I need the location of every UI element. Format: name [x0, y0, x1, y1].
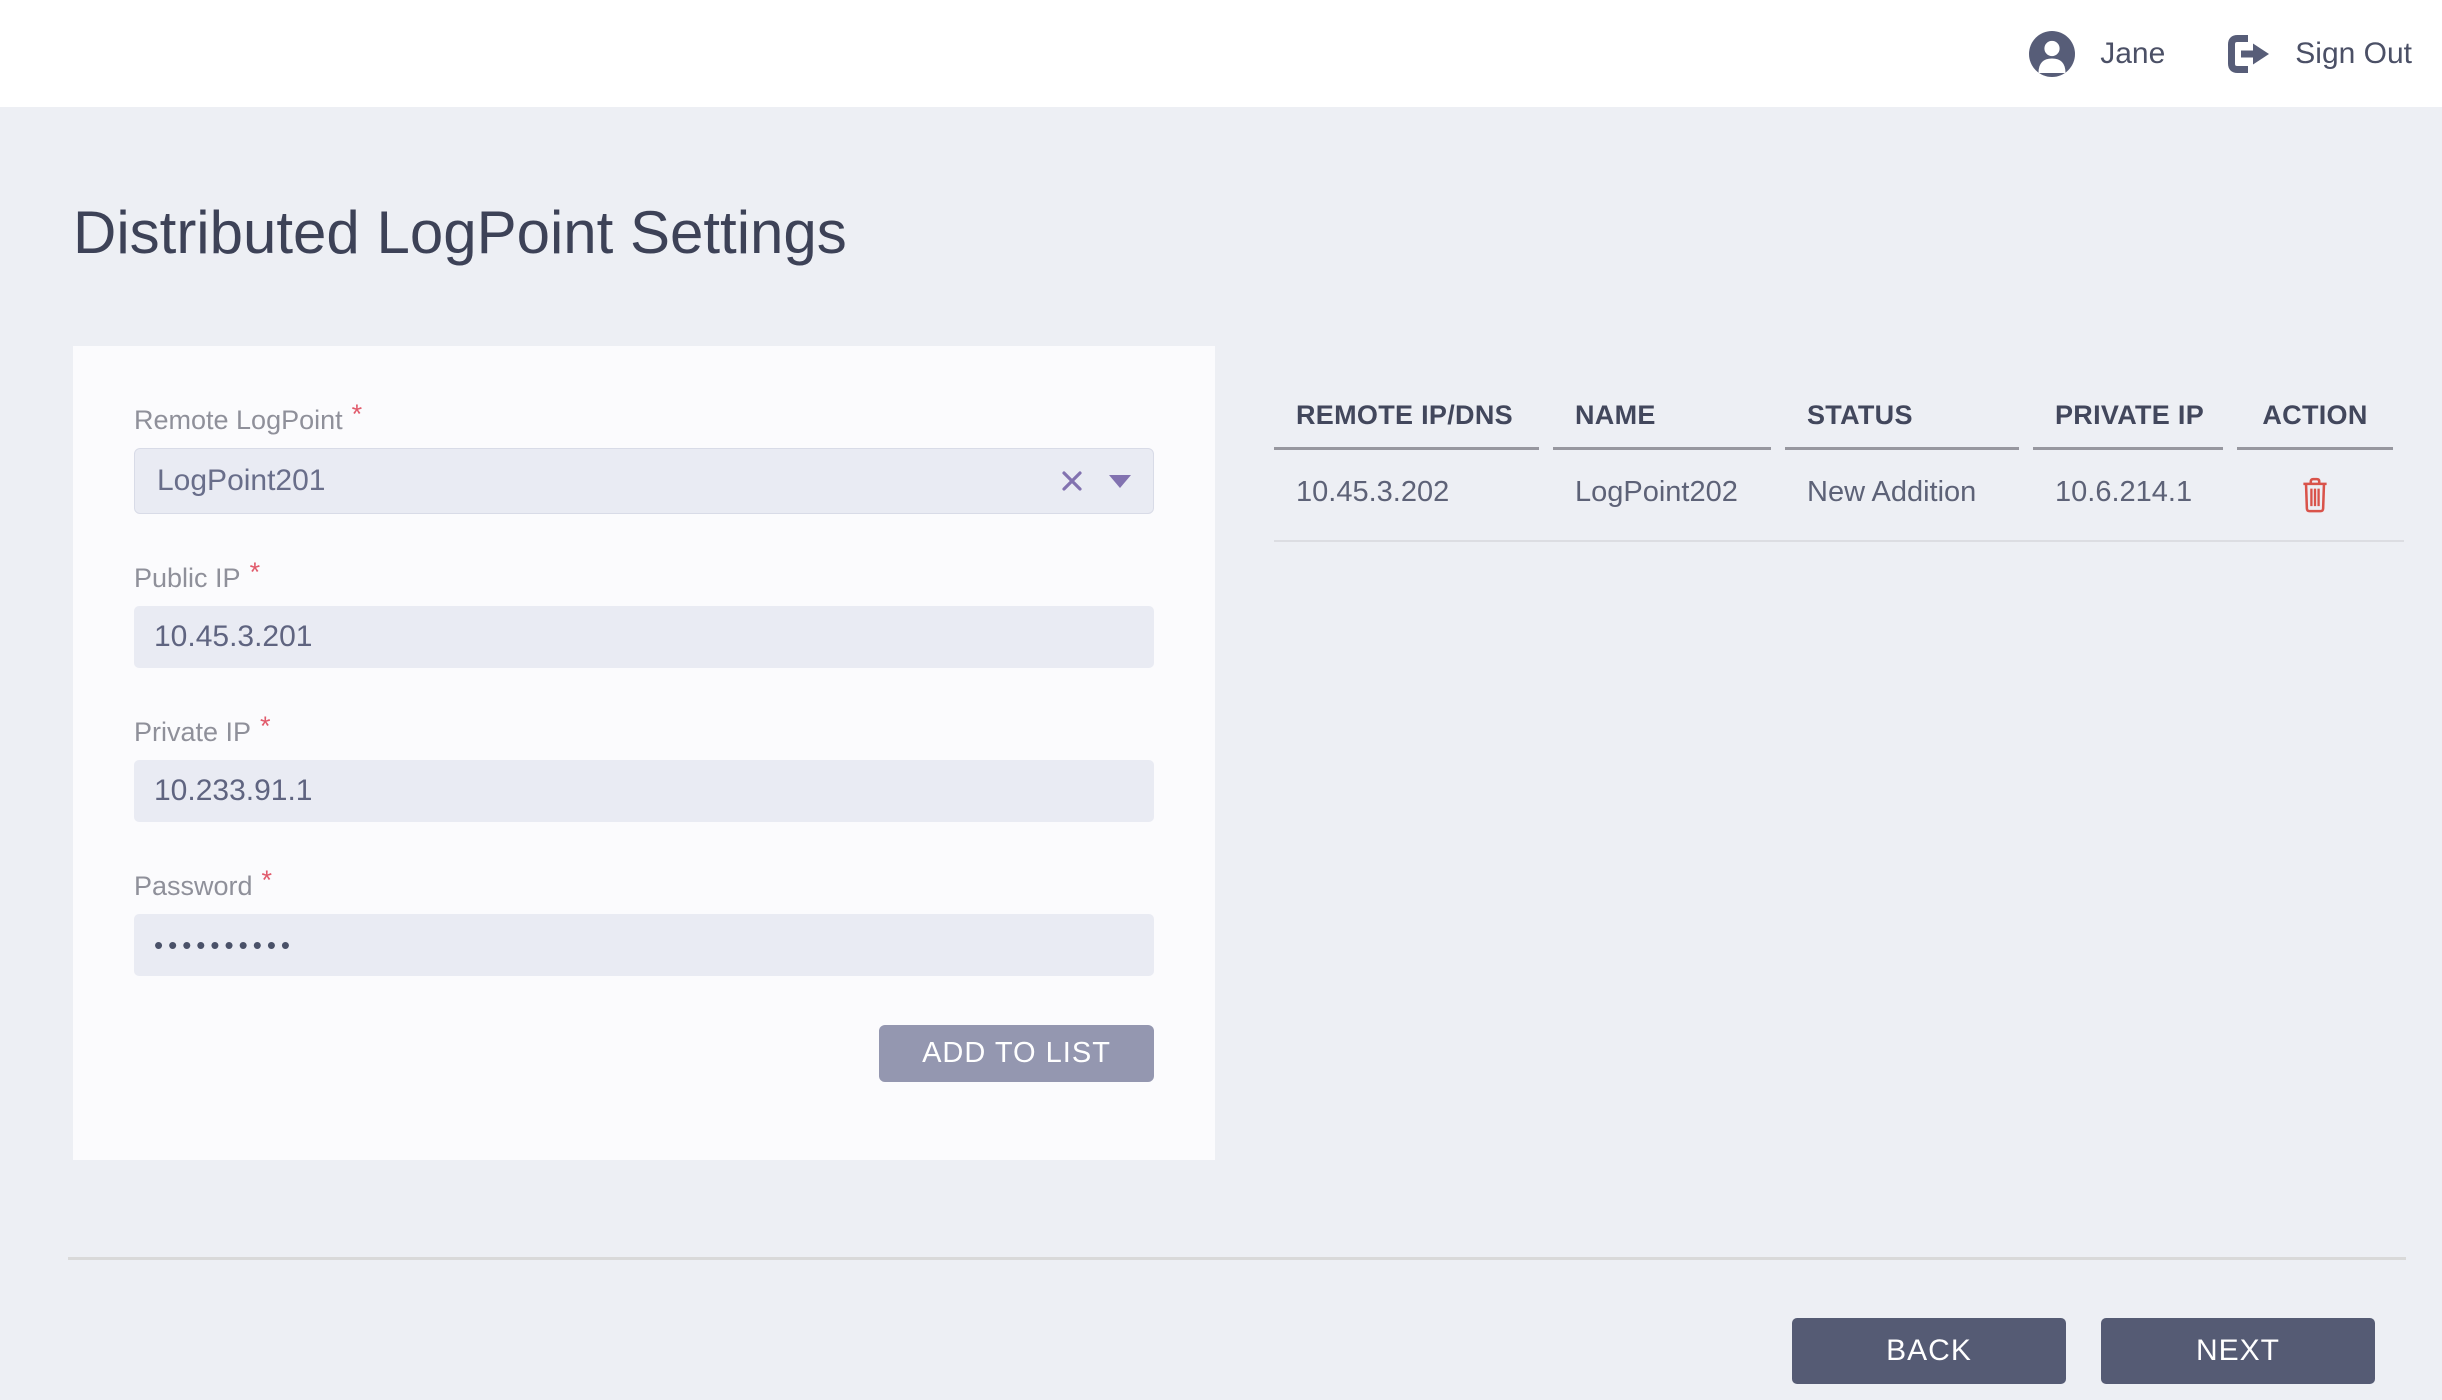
- distributed-logpoint-settings-page: { "topbar": { "user_name": "Jane", "sign…: [0, 0, 2442, 1400]
- required-marker: *: [352, 398, 363, 430]
- private-ip-field[interactable]: [134, 760, 1154, 822]
- footer-actions: BACK NEXT: [1792, 1318, 2375, 1384]
- remote-logpoint-selected-value: LogPoint201: [157, 464, 1059, 498]
- private-ip-label: Private IP *: [134, 716, 1154, 748]
- column-header-remote-ip-dns: REMOTE IP/DNS: [1274, 400, 1539, 450]
- password-label: Password *: [134, 870, 1154, 902]
- next-button[interactable]: NEXT: [2101, 1318, 2375, 1384]
- add-to-list-button[interactable]: ADD TO LIST: [879, 1025, 1154, 1082]
- required-marker: *: [262, 864, 273, 896]
- required-marker: *: [260, 710, 271, 742]
- topbar: Jane Sign Out: [0, 0, 2442, 107]
- cell-status: New Addition: [1785, 450, 2019, 540]
- required-marker: *: [250, 556, 261, 588]
- column-header-action: ACTION: [2237, 400, 2393, 450]
- public-ip-group: Public IP *: [134, 562, 1154, 668]
- remote-logpoint-select[interactable]: LogPoint201: [134, 448, 1154, 514]
- sign-out-label: Sign Out: [2295, 37, 2412, 71]
- logpoint-form-card: Remote LogPoint * LogPoint201 Public IP …: [73, 346, 1215, 1160]
- clear-selection-icon[interactable]: [1059, 468, 1085, 494]
- cell-private-ip: 10.6.214.1: [2033, 450, 2223, 540]
- column-header-private-ip: PRIVATE IP: [2033, 400, 2223, 450]
- table-header-row: REMOTE IP/DNS NAME STATUS PRIVATE IP ACT…: [1274, 400, 2404, 450]
- footer-divider: [68, 1257, 2406, 1260]
- user-avatar-icon[interactable]: [2029, 31, 2075, 77]
- delete-row-button[interactable]: [2237, 450, 2393, 540]
- private-ip-group: Private IP *: [134, 716, 1154, 822]
- password-field[interactable]: [134, 914, 1154, 976]
- remote-logpoints-table: REMOTE IP/DNS NAME STATUS PRIVATE IP ACT…: [1274, 400, 2404, 542]
- remote-logpoint-group: Remote LogPoint * LogPoint201: [134, 404, 1154, 514]
- trash-icon: [2300, 476, 2330, 514]
- column-header-name: NAME: [1553, 400, 1771, 450]
- back-button[interactable]: BACK: [1792, 1318, 2066, 1384]
- cell-remote-ip-dns: 10.45.3.202: [1274, 450, 1539, 540]
- user-name: Jane: [2100, 37, 2165, 71]
- remote-logpoint-label: Remote LogPoint *: [134, 404, 1154, 436]
- table-row: 10.45.3.202 LogPoint202 New Addition 10.…: [1274, 450, 2404, 542]
- password-group: Password *: [134, 870, 1154, 976]
- column-header-status: STATUS: [1785, 400, 2019, 450]
- chevron-down-icon[interactable]: [1109, 475, 1131, 488]
- public-ip-label: Public IP *: [134, 562, 1154, 594]
- page-title: Distributed LogPoint Settings: [73, 198, 847, 267]
- public-ip-field[interactable]: [134, 606, 1154, 668]
- cell-name: LogPoint202: [1553, 450, 1771, 540]
- sign-out-button[interactable]: Sign Out: [2226, 34, 2412, 74]
- sign-out-icon: [2226, 34, 2272, 74]
